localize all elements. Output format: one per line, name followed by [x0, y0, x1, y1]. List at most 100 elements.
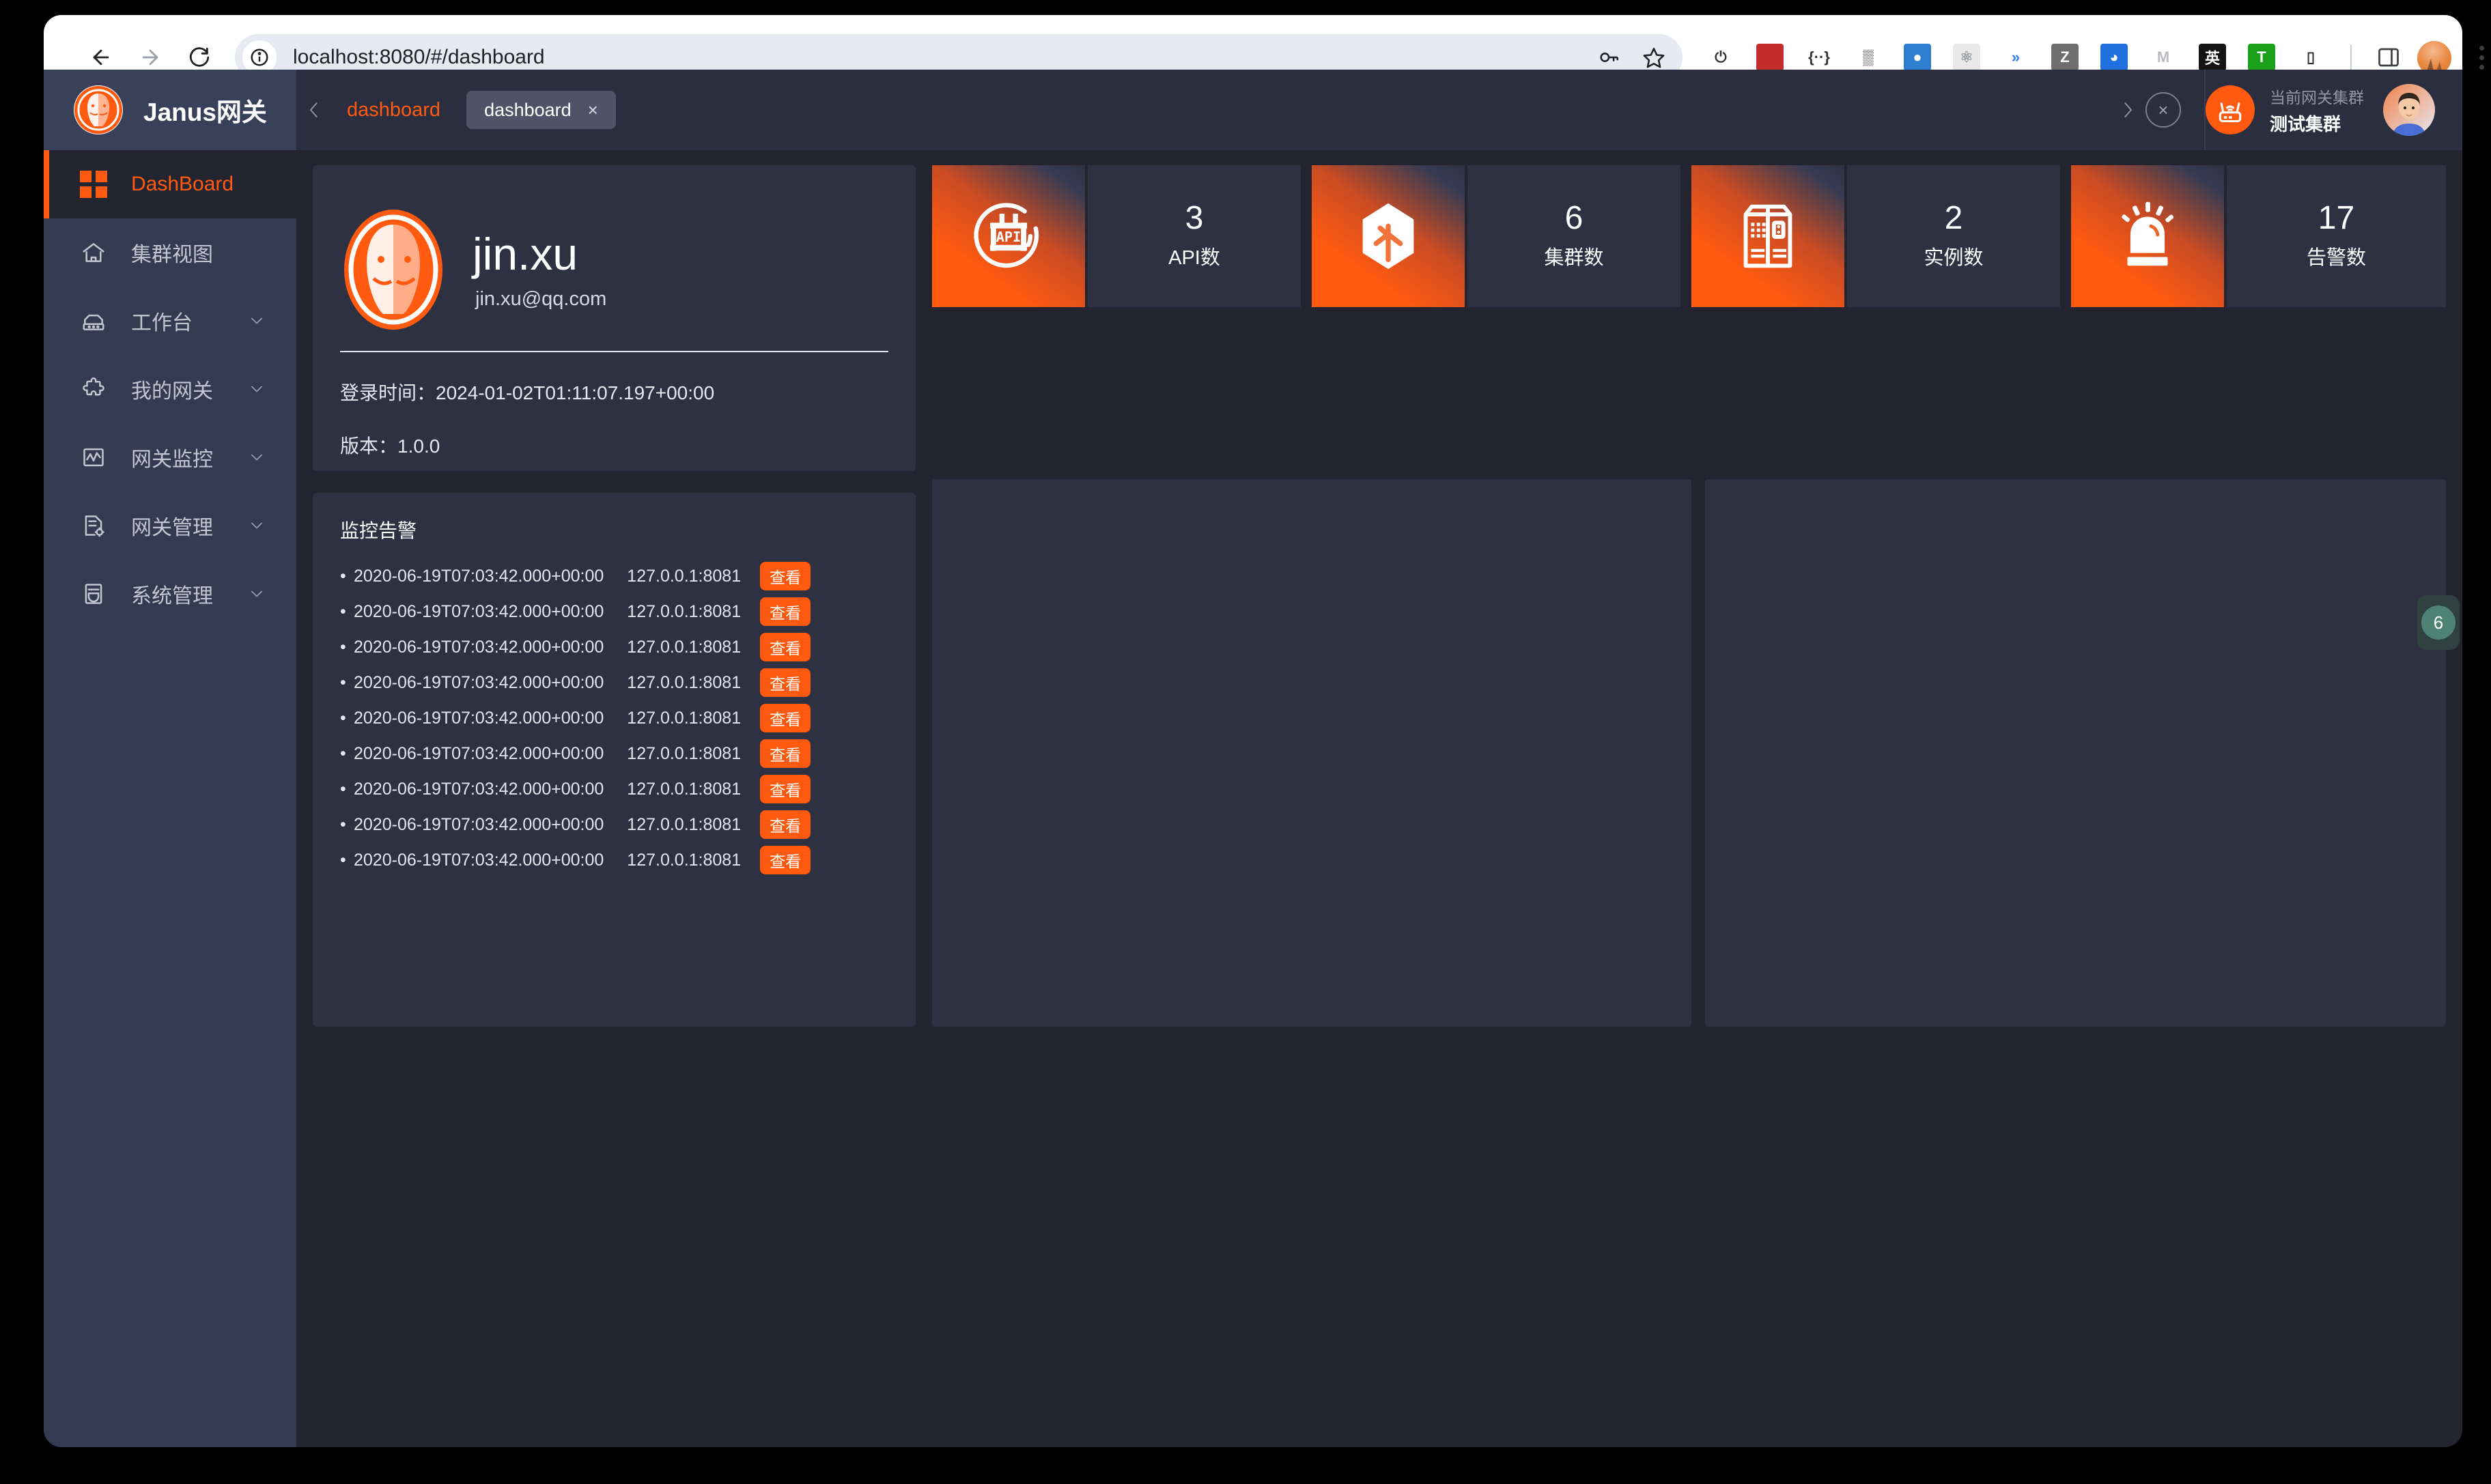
alert-row: • 2020-06-19T07:03:42.000+00:00 127.0.0.1:… [340, 736, 888, 771]
login-time-value: 2024-01-02T01:11:07.197+00:00 [436, 382, 715, 403]
bullet-icon: • [340, 566, 346, 586]
sidebar-item-monitor-chart-icon[interactable]: 网关监控 [44, 423, 296, 491]
url-text: localhost:8080/#/dashboard [293, 46, 545, 68]
alarm-siren-icon [2071, 165, 2224, 307]
chevron-down-icon[interactable] [247, 380, 266, 399]
stat-card[interactable]: API 3 API数 [932, 165, 1301, 307]
chevron-down-icon[interactable] [247, 584, 266, 603]
view-alert-button[interactable]: 查看 [760, 668, 811, 697]
header-right-group: × 当前网关集群 测试集群 [2110, 70, 2462, 150]
chart-panel-left [932, 479, 1691, 1027]
sidebar-item-puzzle-gateway-icon[interactable]: 我的网关 [44, 355, 296, 423]
bottle-extension-icon-glyph: ▯ [2297, 44, 2324, 71]
stat-value: 3 [1185, 200, 1204, 236]
qr-code-extension-icon-glyph: ▒ [1855, 44, 1882, 71]
top-header: dashboard dashboard × × 当前网关集群 测试集群 [296, 70, 2462, 150]
alert-timestamp: 2020-06-19T07:03:42.000+00:00 [354, 743, 604, 763]
alert-row: • 2020-06-19T07:03:42.000+00:00 127.0.0.1:… [340, 771, 888, 807]
cluster-cube-icon [1312, 165, 1465, 307]
sidebar-item-document-gear-icon[interactable]: 网关管理 [44, 491, 296, 560]
app-logo[interactable]: Janus网关 [44, 70, 296, 150]
stat-label: API数 [1168, 247, 1220, 269]
current-cluster-selector[interactable]: 当前网关集群 测试集群 [2206, 85, 2383, 136]
power-icon-glyph: ⏻ [1707, 44, 1734, 71]
login-time-label: 登录时间： [340, 382, 436, 403]
alert-timestamp: 2020-06-19T07:03:42.000+00:00 [354, 850, 604, 870]
close-all-tabs-button[interactable]: × [2145, 92, 2181, 128]
server-rack-icon [1691, 165, 1844, 307]
view-alert-button[interactable]: 查看 [760, 597, 811, 626]
view-alert-button[interactable]: 查看 [760, 562, 811, 590]
sidebar-item-label: 系统管理 [131, 585, 213, 608]
profile-header: jin.xu jin.xu@qq.com [340, 188, 888, 351]
alert-row: • 2020-06-19T07:03:42.000+00:00 127.0.0.1:… [340, 700, 888, 736]
alert-row: • 2020-06-19T07:03:42.000+00:00 127.0.0.1:… [340, 558, 888, 594]
chevron-down-icon[interactable] [247, 516, 266, 535]
stat-card[interactable]: 6 集群数 [1312, 165, 1680, 307]
view-alert-button[interactable]: 查看 [760, 704, 811, 732]
alert-row: • 2020-06-19T07:03:42.000+00:00 127.0.0.1:… [340, 594, 888, 629]
page-tab-label: dashboard [484, 99, 572, 120]
chart-panel-right [1705, 479, 2446, 1027]
profile-divider [340, 351, 888, 352]
monitor-chart-icon [79, 443, 108, 472]
breadcrumb[interactable]: dashboard [347, 99, 440, 122]
sidebar-item-label: 工作台 [131, 312, 193, 334]
chevron-down-icon[interactable] [247, 448, 266, 467]
dashboard-grid-icon [79, 170, 108, 199]
user-avatar[interactable] [2383, 84, 2435, 136]
sidebar-item-label: 网关管理 [131, 517, 213, 539]
version-value: 1.0.0 [397, 436, 440, 457]
puzzle-gateway-icon [79, 375, 108, 403]
alert-address: 127.0.0.1:8081 [627, 637, 742, 657]
alert-address: 127.0.0.1:8081 [627, 601, 742, 621]
chevron-left-icon[interactable] [296, 70, 332, 150]
home-icon [79, 238, 108, 267]
document-gear-icon [79, 511, 108, 540]
alert-address: 127.0.0.1:8081 [627, 814, 742, 834]
sidebar-menu: DashBoard 集群视图工作台我的网关 网关监控网关管理系统管理 [44, 150, 296, 628]
sidebar-item-workbench-icon[interactable]: 工作台 [44, 287, 296, 355]
sidebar: Janus网关 DashBoard 集群视图工作台我的网关 网关监控网关管理系统管理 [44, 70, 296, 1447]
alerts-title: 监控告警 [340, 520, 417, 541]
alert-address: 127.0.0.1:8081 [627, 708, 742, 728]
floating-counter-value: 6 [2421, 605, 2455, 640]
sidebar-item-dashboard-grid-icon[interactable]: DashBoard [44, 150, 296, 218]
close-icon[interactable]: × [588, 100, 598, 121]
view-alert-button[interactable]: 查看 [760, 810, 811, 839]
sidebar-item-system-shield-icon[interactable]: 系统管理 [44, 560, 296, 628]
chevron-down-icon[interactable] [247, 311, 266, 330]
alert-timestamp: 2020-06-19T07:03:42.000+00:00 [354, 779, 604, 799]
page-tab[interactable]: dashboard × [466, 91, 616, 129]
sidebar-item-label: 集群视图 [131, 244, 213, 266]
stat-card[interactable]: 17 告警数 [2071, 165, 2446, 307]
red-book-extension-icon-glyph [1756, 44, 1784, 71]
bullet-icon: • [340, 779, 346, 799]
stat-card[interactable]: 2 实例数 [1691, 165, 2060, 307]
stat-value: 2 [1944, 200, 1963, 236]
sidebar-item-home-icon[interactable]: 集群视图 [44, 218, 296, 287]
browser-toolbar: localhost:8080/#/dashboard ⏻ {··} ▒ ● ⚛ » Z ◕ M 英… [44, 15, 2484, 81]
double-chevron-down-extension-icon-glyph: » [2002, 44, 2029, 71]
stat-body: 2 实例数 [1844, 165, 2060, 307]
alert-address: 127.0.0.1:8081 [627, 779, 742, 799]
bullet-icon: • [340, 850, 346, 870]
view-alert-button[interactable]: 查看 [760, 846, 811, 874]
view-alert-button[interactable]: 查看 [760, 633, 811, 661]
cluster-label: 当前网关集群 [2270, 88, 2364, 106]
view-alert-button[interactable]: 查看 [760, 775, 811, 803]
password-key-icon[interactable] [1595, 44, 1622, 71]
view-alert-button[interactable]: 查看 [760, 739, 811, 768]
m-extension-icon-glyph: M [2150, 44, 2177, 71]
router-wifi-icon [2206, 85, 2255, 134]
sidebar-item-label: DashBoard [131, 173, 234, 195]
bookmark-star-icon[interactable] [1640, 44, 1667, 71]
z-extension-icon-glyph: Z [2051, 44, 2079, 71]
stat-value: 17 [2318, 200, 2355, 236]
chevron-right-icon[interactable] [2110, 70, 2145, 150]
toolbar-divider [2350, 45, 2352, 72]
main-content: jin.xu jin.xu@qq.com 登录时间：2024-01-02T01:… [296, 150, 2462, 1447]
alert-row: • 2020-06-19T07:03:42.000+00:00 127.0.0.1:… [340, 807, 888, 842]
floating-counter-badge[interactable]: 6 [2417, 595, 2460, 650]
three-dot-menu-icon[interactable] [2465, 35, 2491, 79]
